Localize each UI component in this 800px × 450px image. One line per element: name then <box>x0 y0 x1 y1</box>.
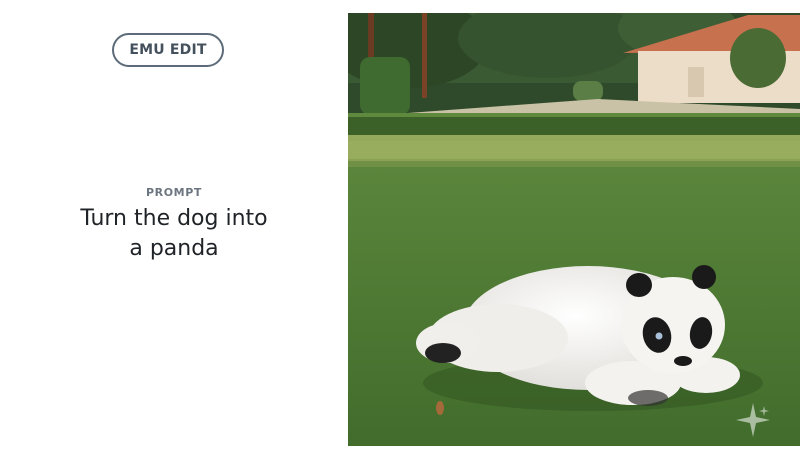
panda-scene-illustration <box>348 13 800 446</box>
emu-edit-badge: EMU EDIT <box>112 33 224 67</box>
edited-image <box>348 13 800 446</box>
sparkle-icon <box>736 403 770 437</box>
prompt-text-line-1: Turn the dog into <box>80 206 268 231</box>
prompt-text: Turn the dog into a panda <box>0 204 348 264</box>
prompt-panel: EMU EDIT PROMPT Turn the dog into a pand… <box>0 0 348 450</box>
prompt-label: PROMPT <box>146 186 202 199</box>
prompt-text-line-2: a panda <box>129 236 219 261</box>
